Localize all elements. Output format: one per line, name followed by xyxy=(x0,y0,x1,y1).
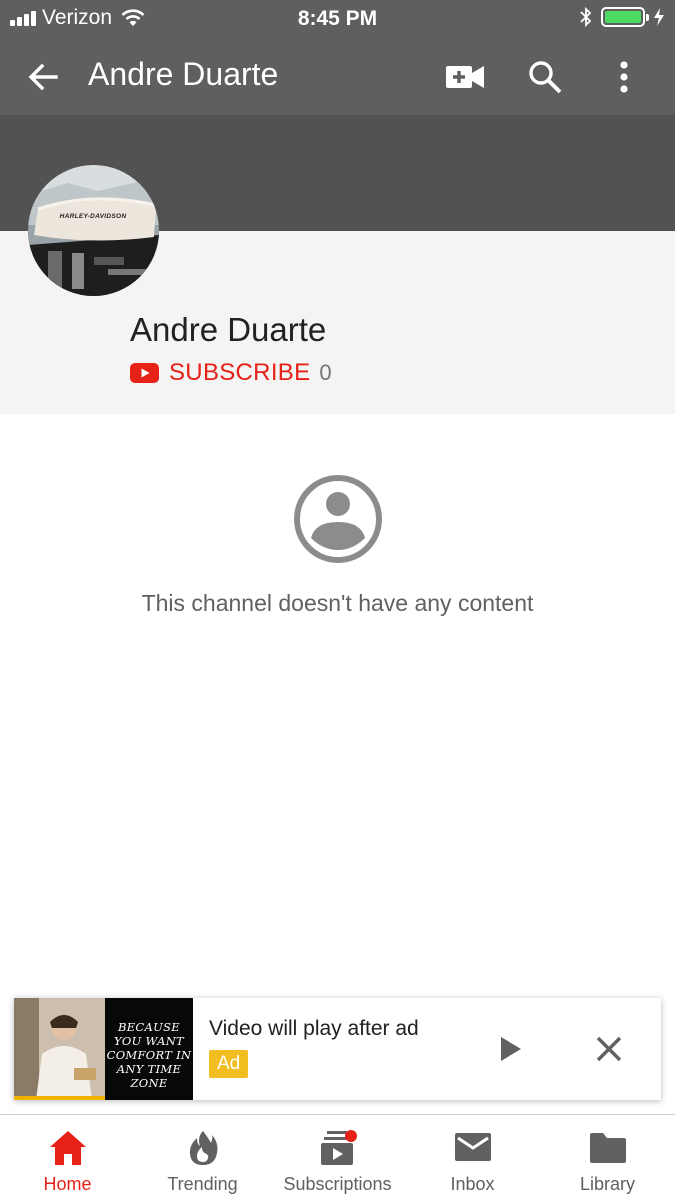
clock: 8:45 PM xyxy=(297,7,378,30)
youtube-logo-icon xyxy=(130,363,159,383)
ad-progress-bar xyxy=(14,1096,105,1100)
nav-label-home: Home xyxy=(43,1174,92,1194)
nav-label-trending: Trending xyxy=(167,1174,238,1194)
ad-mini-player[interactable]: BECAUSE YOU WANT COMFORT IN ANY TIME ZON… xyxy=(14,998,661,1100)
status-right xyxy=(579,6,665,28)
nav-label-inbox: Inbox xyxy=(450,1174,495,1194)
back-arrow-icon[interactable] xyxy=(24,58,62,96)
subscriber-count: 0 xyxy=(319,360,332,385)
account-circle-icon xyxy=(294,475,382,563)
ad-title: Video will play after ad xyxy=(209,1017,419,1040)
channel-name: Andre Duarte xyxy=(130,311,327,348)
ad-poster-line: YOU WANT xyxy=(113,1034,185,1048)
bottom-nav: Home Trending Subscriptions Inbox Librar… xyxy=(0,1114,675,1200)
ad-poster: BECAUSE YOU WANT COMFORT IN ANY TIME ZON… xyxy=(105,998,193,1100)
search-button[interactable] xyxy=(524,56,566,98)
battery-icon xyxy=(601,7,649,27)
charging-icon xyxy=(654,8,664,26)
home-icon xyxy=(50,1131,86,1165)
search-icon xyxy=(529,61,562,94)
nav-item-trending[interactable]: Trending xyxy=(135,1115,270,1200)
nav-item-home[interactable]: Home xyxy=(0,1115,135,1200)
status-bar: Verizon 8:45 PM xyxy=(0,0,675,38)
close-icon[interactable] xyxy=(592,1032,626,1066)
video-add-icon xyxy=(446,66,484,88)
nav-item-library[interactable]: Library xyxy=(540,1115,675,1200)
page-title: Andre Duarte xyxy=(88,56,279,92)
folder-icon xyxy=(590,1133,626,1163)
subscribe-label: SUBSCRIBE xyxy=(169,359,311,386)
mail-icon xyxy=(455,1133,491,1161)
ad-poster-line: ANY TIME ZONE xyxy=(116,1062,182,1090)
nav-item-subscriptions[interactable]: Subscriptions xyxy=(270,1115,405,1200)
empty-state-message: This channel doesn't have any content xyxy=(141,590,534,616)
avatar-image xyxy=(28,165,159,296)
avatar[interactable]: HARLEY-DAVIDSON xyxy=(28,165,159,296)
trending-flame-icon xyxy=(189,1131,218,1165)
more-options-button[interactable] xyxy=(603,56,645,98)
more-vert-icon xyxy=(620,61,628,93)
ad-thumbnail[interactable] xyxy=(14,998,105,1100)
bluetooth-icon xyxy=(580,6,592,28)
nav-label-library: Library xyxy=(579,1174,636,1194)
subscribe-button[interactable]: SUBSCRIBE 0 xyxy=(130,358,332,388)
subscriptions-icon xyxy=(321,1130,357,1165)
ad-poster-line: COMFORT IN xyxy=(106,1048,192,1062)
play-icon[interactable] xyxy=(496,1032,526,1066)
avatar-logo-text: HARLEY-DAVIDSON xyxy=(59,213,127,220)
app-bar: Andre Duarte xyxy=(0,38,675,115)
nav-item-inbox[interactable]: Inbox xyxy=(405,1115,540,1200)
video-add-button[interactable] xyxy=(444,56,486,98)
nav-label-subscriptions: Subscriptions xyxy=(283,1174,392,1194)
ad-thumbnail-image xyxy=(14,998,105,1100)
ad-badge: Ad xyxy=(209,1050,249,1078)
ad-poster-line: BECAUSE xyxy=(117,1020,180,1034)
